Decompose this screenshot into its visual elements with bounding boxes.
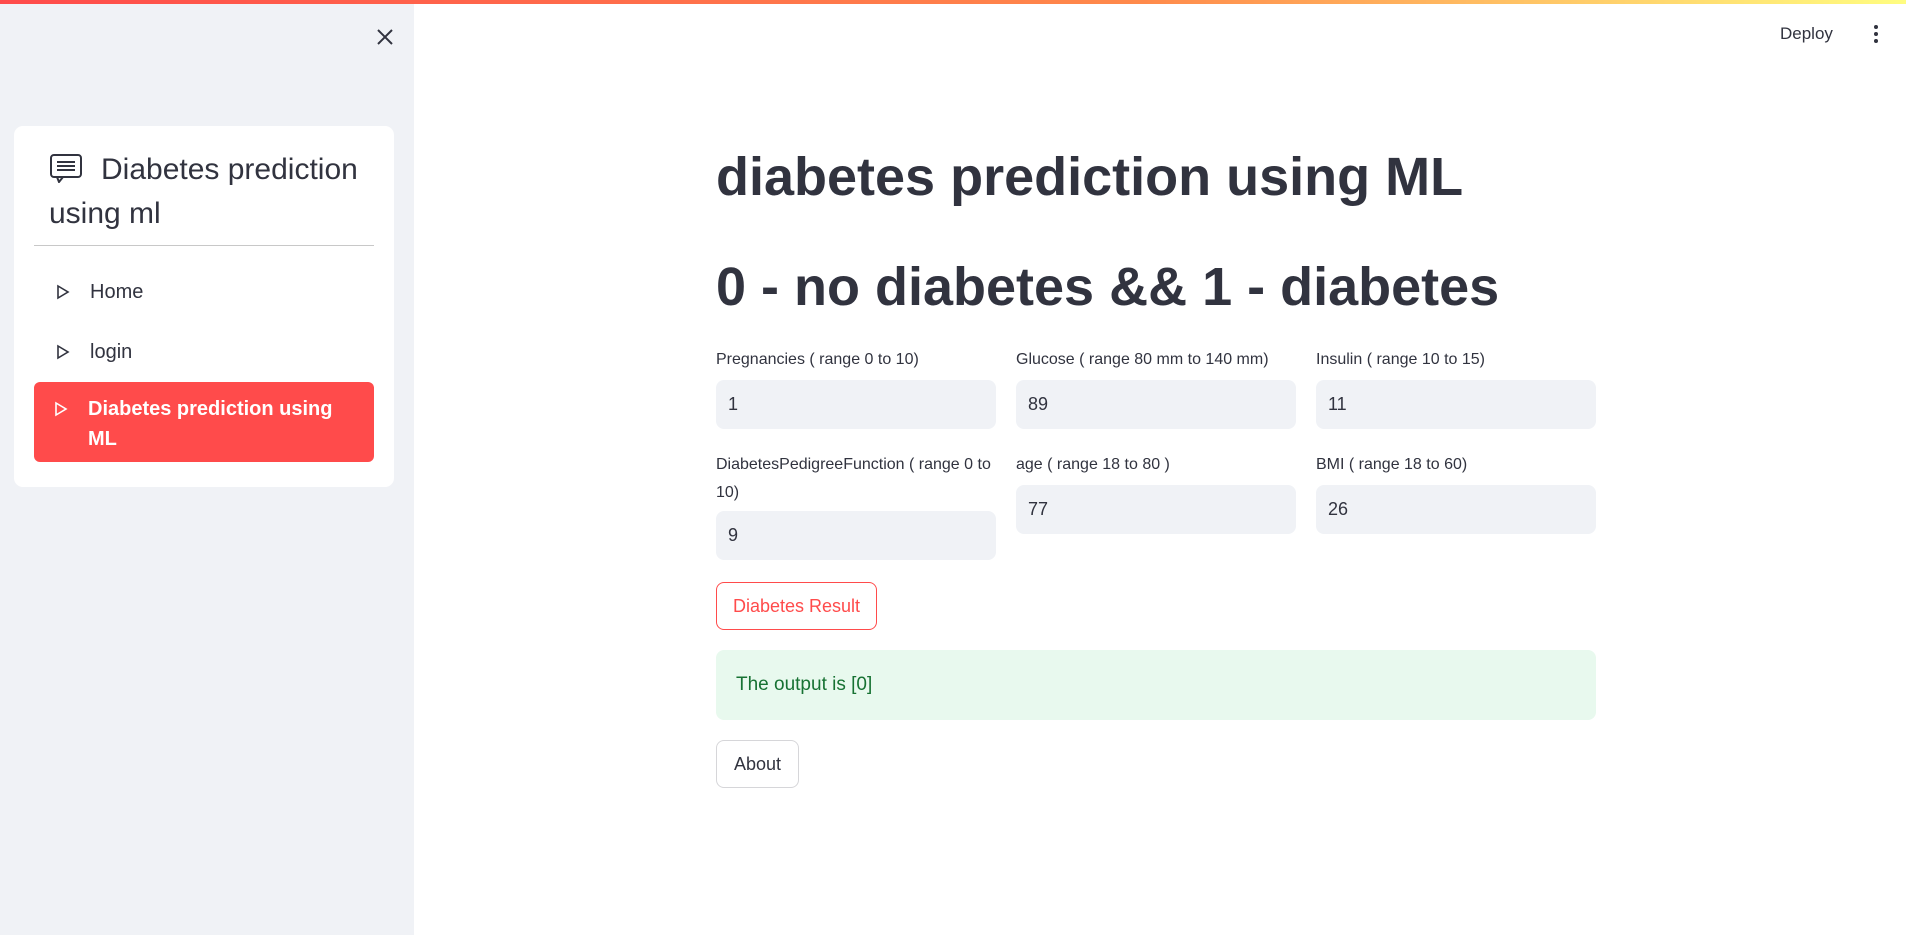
pregnancies-input[interactable] — [716, 380, 996, 429]
diabetes-result-button[interactable]: Diabetes Result — [716, 582, 877, 630]
option-menu: Diabetes prediction using ml Home login — [14, 126, 394, 487]
play-triangle-icon — [57, 284, 70, 300]
app-root: Diabetes prediction using ml Home login — [0, 0, 1906, 935]
dpf-field: DiabetesPedigreeFunction ( range 0 to 10… — [716, 451, 996, 560]
document-icon — [50, 154, 82, 183]
menu-title: Diabetes prediction using ml — [49, 148, 369, 236]
sidebar-item-label: Diabetes prediction using ML — [88, 398, 333, 450]
close-sidebar-button[interactable] — [370, 22, 400, 52]
page-title: diabetes prediction using ML — [716, 147, 1464, 207]
sidebar-item-login[interactable]: login — [34, 332, 374, 372]
pregnancies-field: Pregnancies ( range 0 to 10) — [716, 346, 996, 429]
page-subtitle: 0 - no diabetes && 1 - diabetes — [716, 257, 1500, 317]
close-icon — [377, 29, 393, 45]
age-input[interactable] — [1016, 485, 1296, 534]
output-success-alert: The output is [0] — [716, 650, 1596, 720]
bmi-input[interactable] — [1316, 485, 1596, 534]
dpf-input[interactable] — [716, 511, 996, 560]
deploy-button[interactable]: Deploy — [1780, 20, 1833, 48]
play-triangle-icon — [57, 344, 70, 360]
kebab-menu-icon[interactable] — [1868, 20, 1884, 48]
glucose-input[interactable] — [1016, 380, 1296, 429]
dpf-label: DiabetesPedigreeFunction ( range 0 to 10… — [716, 456, 991, 501]
about-button[interactable]: About — [716, 740, 799, 788]
insulin-label: Insulin ( range 10 to 15) — [1316, 351, 1485, 368]
sidebar-item-home[interactable]: Home — [34, 272, 374, 312]
glucose-label: Glucose ( range 80 mm to 140 mm) — [1016, 351, 1269, 368]
sidebar-item-label: Home — [90, 280, 144, 303]
bmi-field: BMI ( range 18 to 60) — [1316, 451, 1596, 534]
insulin-field: Insulin ( range 10 to 15) — [1316, 346, 1596, 429]
bmi-label: BMI ( range 18 to 60) — [1316, 456, 1468, 473]
sidebar: Diabetes prediction using ml Home login — [0, 0, 414, 935]
sidebar-item-label: login — [90, 340, 133, 363]
top-decoration-bar — [0, 0, 1906, 4]
age-field: age ( range 18 to 80 ) — [1016, 451, 1296, 534]
pregnancies-label: Pregnancies ( range 0 to 10) — [716, 351, 919, 368]
age-label: age ( range 18 to 80 ) — [1016, 456, 1170, 473]
insulin-input[interactable] — [1316, 380, 1596, 429]
sidebar-item-diabetes-prediction[interactable]: Diabetes prediction using ML — [34, 382, 374, 462]
menu-divider — [34, 245, 374, 246]
menu-title-text: Diabetes prediction using ml — [49, 153, 358, 230]
glucose-field: Glucose ( range 80 mm to 140 mm) — [1016, 346, 1296, 429]
play-triangle-icon — [55, 401, 68, 417]
